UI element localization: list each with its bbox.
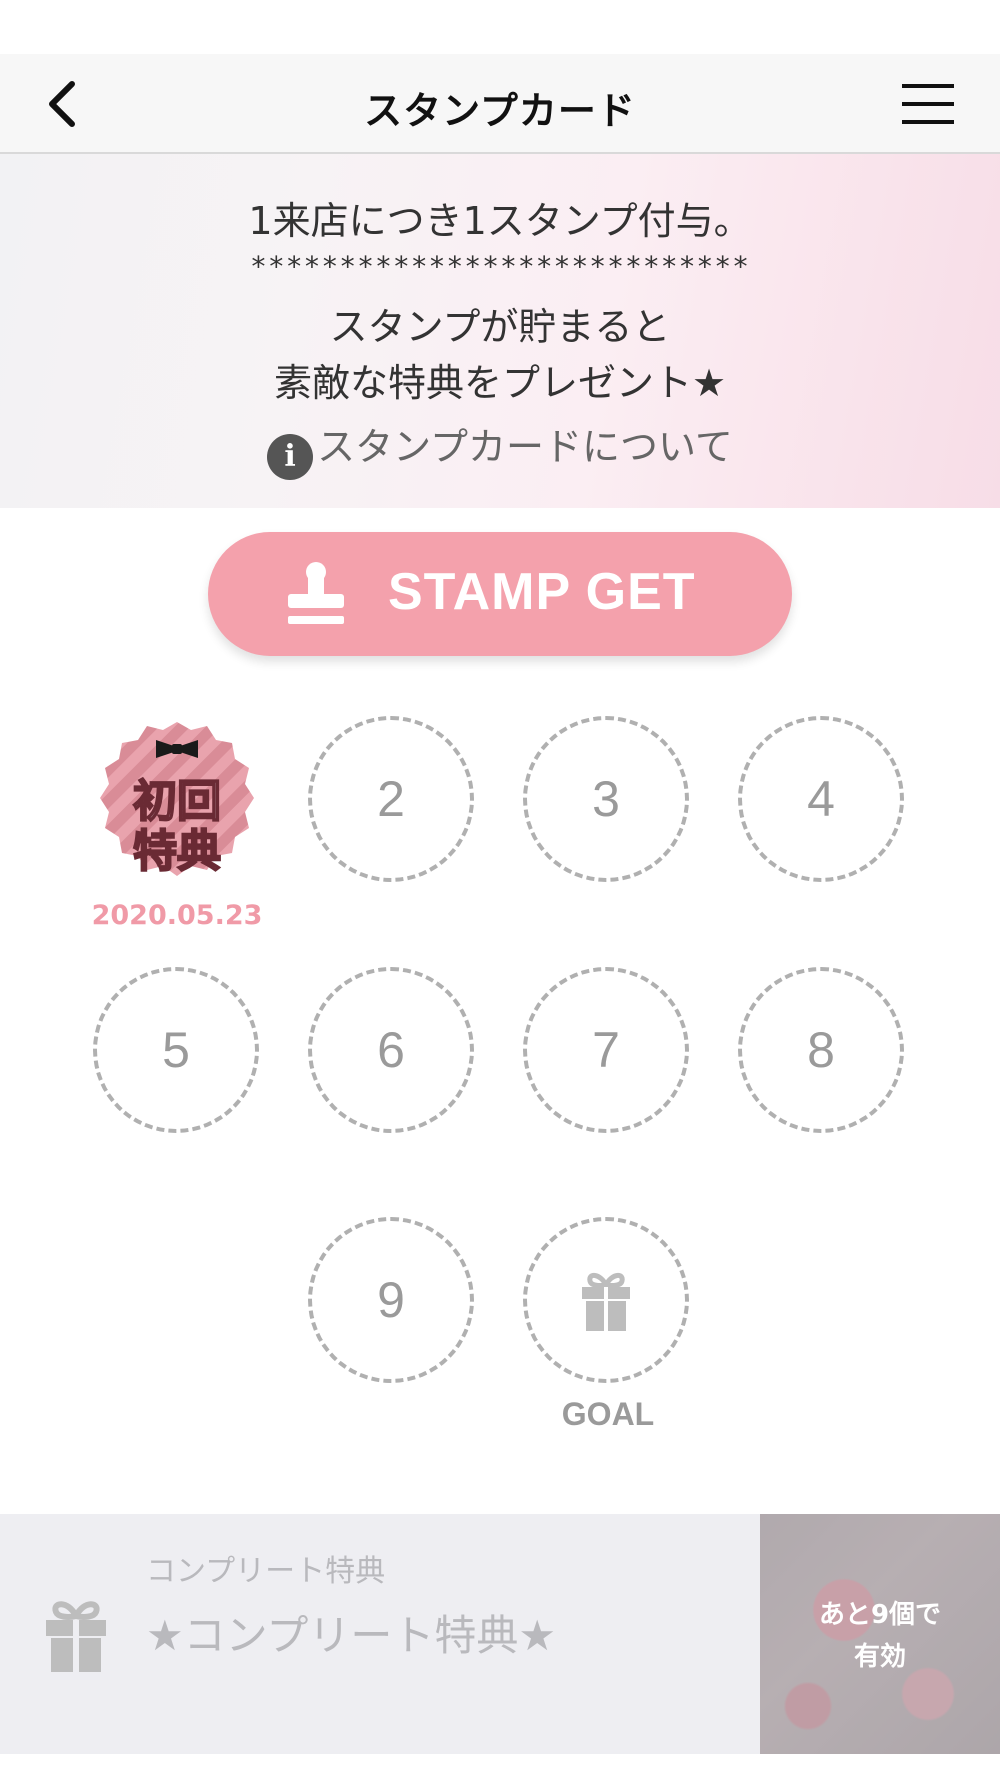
gift-icon [46,1601,106,1672]
stamp-slot-2: 2 [308,716,474,882]
bottom-safe-area [0,1754,1000,1778]
stamp-slot-5: 5 [93,967,259,1133]
goal-label: GOAL [561,1396,655,1432]
banner-line-3: 素敵な特典をプレゼント★ [273,361,727,405]
stamp-slot-1-stamped: 初回 特典 [92,716,262,886]
status-bar-area [0,0,1000,54]
stamp-slot-8: 8 [738,967,904,1133]
banner-line-1: 1来店につき1スタンプ付与。 [248,199,752,243]
gift-icon [582,1273,630,1331]
banner-separator: **************************** [249,250,750,283]
stamp-slot-3: 3 [523,716,689,882]
stamp-date: 2020.05.23 [91,900,263,931]
complete-title: ★コンプリート特典★ [146,1611,557,1660]
info-icon: i [267,434,314,480]
complete-subtitle: コンプリート特典 [146,1554,386,1589]
stamp-slot-7: 7 [523,967,689,1133]
remaining-count-text: あと9個で 有効 [760,1594,1000,1678]
info-banner: 1来店につき1スタンプ付与。 *************************… [0,154,1000,508]
stamp-text-2: 特典 [133,826,221,877]
banner-line-2: スタンプが貯まると [329,305,671,349]
stamp-slot-goal [523,1217,689,1383]
menu-button[interactable] [898,78,958,130]
complete-benefit-bar[interactable]: コンプリート特典 ★コンプリート特典★ あと9個で 有効 [0,1514,1000,1754]
about-link-label: スタンプカードについて [317,425,733,469]
app-header: スタンプカード [0,54,1000,154]
remaining-line-2: 有効 [853,1642,906,1672]
first-visit-stamp-icon: 初回 特典 [100,722,254,878]
stamp-icon [288,562,344,624]
page-title: スタンプカード [364,89,636,133]
stamp-get-button[interactable]: STAMP GET [208,532,792,656]
complete-benefit-thumbnail: あと9個で 有効 [760,1514,1000,1754]
stamp-slot-6: 6 [308,967,474,1133]
stamp-get-label: STAMP GET [388,563,696,621]
hamburger-menu-icon [902,84,954,124]
stamp-text-1: 初回 [133,776,221,827]
stamp-slot-4: 4 [738,716,904,882]
remaining-line-1: あと9個で [818,1600,942,1630]
about-stamp-card-link[interactable]: i スタンプカードについて [0,416,1000,480]
stamp-slot-9: 9 [308,1217,474,1383]
